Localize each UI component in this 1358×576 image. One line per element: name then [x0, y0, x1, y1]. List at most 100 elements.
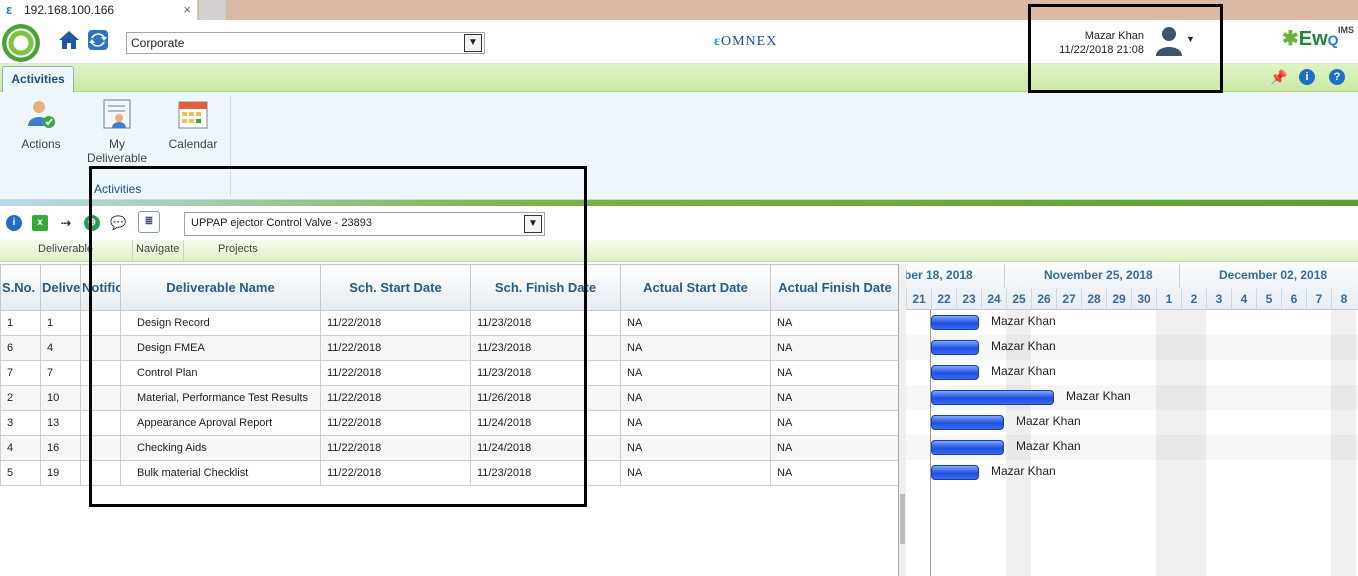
cell-deliv: 13: [40, 410, 81, 436]
pin-icon[interactable]: 📌: [1270, 69, 1287, 85]
ribbon-calendar-button[interactable]: Calendar: [166, 98, 220, 151]
gantt-row: Mazar Khan: [906, 435, 1358, 460]
gantt-day-label: 21: [906, 288, 931, 310]
table-row[interactable]: 1 1 Design Record 11/22/2018 11/23/2018 NA NA: [0, 310, 898, 336]
gantt-day-label: 3: [1206, 288, 1231, 310]
gantt-bar-label: Mazar Khan: [991, 364, 1056, 378]
ribbon-actions-button[interactable]: Actions: [16, 98, 66, 151]
column-header[interactable]: S.No.: [0, 264, 41, 311]
grid-vertical-scrollbar[interactable]: [899, 264, 906, 576]
column-header[interactable]: Deliverable Name: [120, 264, 321, 311]
cell-afinish: NA: [770, 360, 898, 386]
app-menu-logo-icon[interactable]: [2, 24, 40, 62]
toolbar-separator: [183, 240, 184, 262]
gantt-row: Mazar Khan: [906, 360, 1358, 385]
scrollbar-thumb[interactable]: [900, 494, 905, 544]
close-tab-icon[interactable]: ×: [183, 2, 191, 17]
cell-start: 11/22/2018: [320, 310, 471, 336]
table-body: 1 1 Design Record 11/22/2018 11/23/2018 NA NA 6…: [0, 310, 898, 486]
gantt-day-label: 6: [1281, 288, 1306, 310]
gantt-task-bar[interactable]: [931, 315, 979, 330]
column-header[interactable]: Delive: [40, 264, 81, 311]
gantt-bar-label: Mazar Khan: [991, 314, 1056, 328]
info-icon[interactable]: i: [6, 215, 22, 231]
toolbar-separator: [132, 240, 133, 262]
gantt-bar-label: Mazar Khan: [991, 464, 1056, 478]
cell-name: Material, Performance Test Results: [120, 385, 321, 411]
gantt-day-label: 7: [1306, 288, 1331, 310]
ribbon-my-deliverable-list-button[interactable]: My Deliverable List: [84, 98, 150, 168]
cell-finish: 11/24/2018: [470, 435, 621, 461]
cell-astart: NA: [620, 360, 771, 386]
user-menu-caret-icon[interactable]: ▼: [1186, 34, 1195, 44]
comments-icon[interactable]: 💬: [110, 215, 126, 231]
cell-finish: 11/24/2018: [470, 410, 621, 436]
new-tab-button[interactable]: [199, 0, 227, 20]
deliverables-grid: S.No. Delive Notific Deliverable Name Sc…: [0, 264, 899, 576]
cell-notification: [80, 385, 121, 411]
gantt-row: Mazar Khan: [906, 310, 1358, 335]
column-header[interactable]: Actual Start Date: [620, 264, 771, 311]
cell-sno: 2: [0, 385, 41, 411]
ribbon-group-label: Activities: [94, 182, 142, 196]
tab-activities[interactable]: Activities: [2, 66, 74, 93]
cell-start: 11/22/2018: [320, 360, 471, 386]
gantt-task-bar[interactable]: [931, 440, 1004, 455]
cell-name: Control Plan: [120, 360, 321, 386]
omnex-logo: εOMNEX: [714, 34, 777, 50]
chevron-down-icon[interactable]: ▼: [524, 215, 542, 233]
project-select[interactable]: UPPAP ejector Control Valve - 23893 ▼: [184, 212, 545, 236]
cell-notification: [80, 460, 121, 486]
deliverables-table: S.No. Delive Notific Deliverable Name Sc…: [0, 264, 898, 486]
gantt-bar-label: Mazar Khan: [1016, 414, 1081, 428]
user-avatar-icon[interactable]: [1154, 24, 1184, 56]
cell-astart: NA: [620, 410, 771, 436]
gantt-day-label: 1: [1156, 288, 1181, 310]
gantt-task-bar[interactable]: [931, 340, 979, 355]
cell-deliv: 4: [40, 335, 81, 361]
cell-name: Appearance Aproval Report: [120, 410, 321, 436]
table-row[interactable]: 5 19 Bulk material Checklist 11/22/2018 11/2…: [0, 460, 898, 486]
gantt-task-bar[interactable]: [931, 415, 1004, 430]
help-icon[interactable]: ?: [1329, 69, 1345, 85]
cell-name: Design Record: [120, 310, 321, 336]
project-list-icon[interactable]: ≣: [138, 211, 160, 233]
cell-start: 11/22/2018: [320, 410, 471, 436]
navigate-icon[interactable]: ⊕: [84, 215, 100, 231]
cell-name: Checking Aids: [120, 435, 321, 461]
column-header[interactable]: Sch. Start Date: [320, 264, 471, 311]
company-select[interactable]: Corporate ▼: [126, 32, 485, 54]
gantt-task-bar[interactable]: [931, 465, 979, 480]
table-row[interactable]: 4 16 Checking Aids 11/22/2018 11/24/2018 NA NA: [0, 435, 898, 461]
cell-afinish: NA: [770, 385, 898, 411]
gantt-day-label: 26: [1031, 288, 1056, 310]
refresh-icon[interactable]: [86, 28, 110, 52]
table-row[interactable]: 6 4 Design FMEA 11/22/2018 11/23/2018 NA NA: [0, 335, 898, 361]
cell-notification: [80, 360, 121, 386]
table-row[interactable]: 7 7 Control Plan 11/22/2018 11/23/2018 NA NA: [0, 360, 898, 386]
group-label-projects: Projects: [218, 243, 258, 255]
table-row[interactable]: 2 10 Material, Performance Test Results 11/…: [0, 385, 898, 411]
chevron-down-icon[interactable]: ▼: [464, 34, 482, 52]
gantt-task-bar[interactable]: [931, 390, 1054, 405]
cell-astart: NA: [620, 385, 771, 411]
cell-finish: 11/23/2018: [470, 360, 621, 386]
browser-tab[interactable]: ε 192.168.100.166 ×: [0, 0, 198, 20]
gantt-day-label: 4: [1231, 288, 1256, 310]
column-header[interactable]: Actual Finish Date: [770, 264, 898, 311]
gantt-day-label: 24: [981, 288, 1006, 310]
gantt-task-bar[interactable]: [931, 365, 979, 380]
cell-deliv: 16: [40, 435, 81, 461]
column-header[interactable]: Sch. Finish Date: [470, 264, 621, 311]
cell-deliv: 1: [40, 310, 81, 336]
home-icon[interactable]: [57, 28, 81, 52]
ribbon-tab-row: Activities 📌 i ?: [0, 64, 1358, 93]
gantt-day-label: 25: [1006, 288, 1031, 310]
workflow-icon[interactable]: ⇢: [58, 215, 74, 231]
export-excel-icon[interactable]: x: [32, 215, 48, 231]
cell-afinish: NA: [770, 310, 898, 336]
table-row[interactable]: 3 13 Appearance Aproval Report 11/22/2018 11…: [0, 410, 898, 436]
column-header[interactable]: Notific: [80, 264, 121, 311]
info-icon[interactable]: i: [1299, 69, 1315, 85]
cell-sno: 6: [0, 335, 41, 361]
